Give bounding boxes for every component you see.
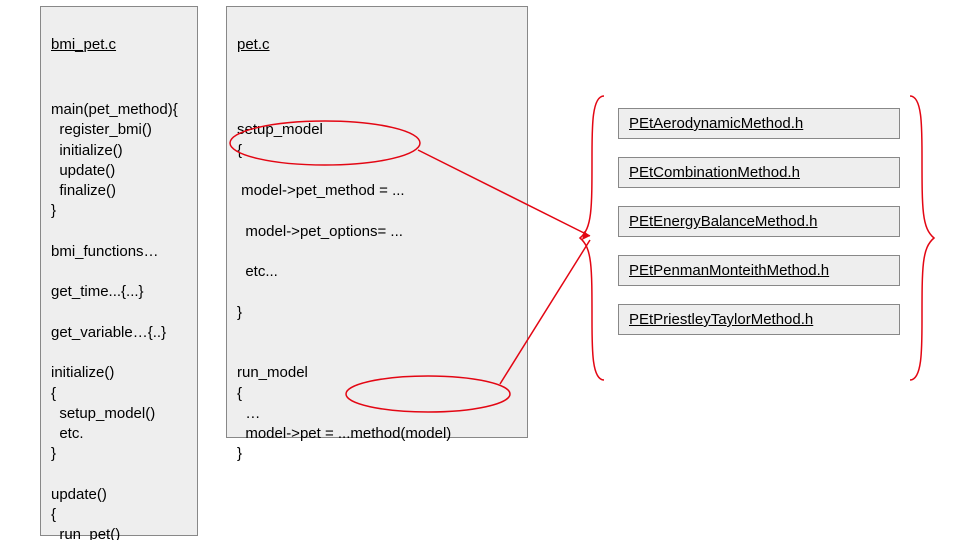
- method-item: PEtAerodynamicMethod.h: [618, 108, 900, 139]
- method-header-list: PEtAerodynamicMethod.h PEtCombinationMet…: [618, 108, 900, 353]
- arrowhead-icon: [582, 231, 590, 240]
- left-brace-icon: [580, 96, 604, 380]
- method-item: PEtCombinationMethod.h: [618, 157, 900, 188]
- right-brace-icon: [910, 96, 934, 380]
- pet-c-code: setup_model { model->pet_method = ... mo…: [237, 121, 451, 462]
- pet-c-title: pet.c: [237, 35, 270, 55]
- method-item: PEtPriestleyTaylorMethod.h: [618, 304, 900, 335]
- method-item: PEtPenmanMonteithMethod.h: [618, 255, 900, 286]
- bmi-pet-c-code: main(pet_method){ register_bmi() initial…: [51, 101, 178, 540]
- bmi-pet-c-box: bmi_pet.c main(pet_method){ register_bmi…: [40, 6, 198, 536]
- bmi-pet-c-title: bmi_pet.c: [51, 35, 116, 55]
- pet-c-box: pet.c setup_model { model->pet_method = …: [226, 6, 528, 438]
- method-item: PEtEnergyBalanceMethod.h: [618, 206, 900, 237]
